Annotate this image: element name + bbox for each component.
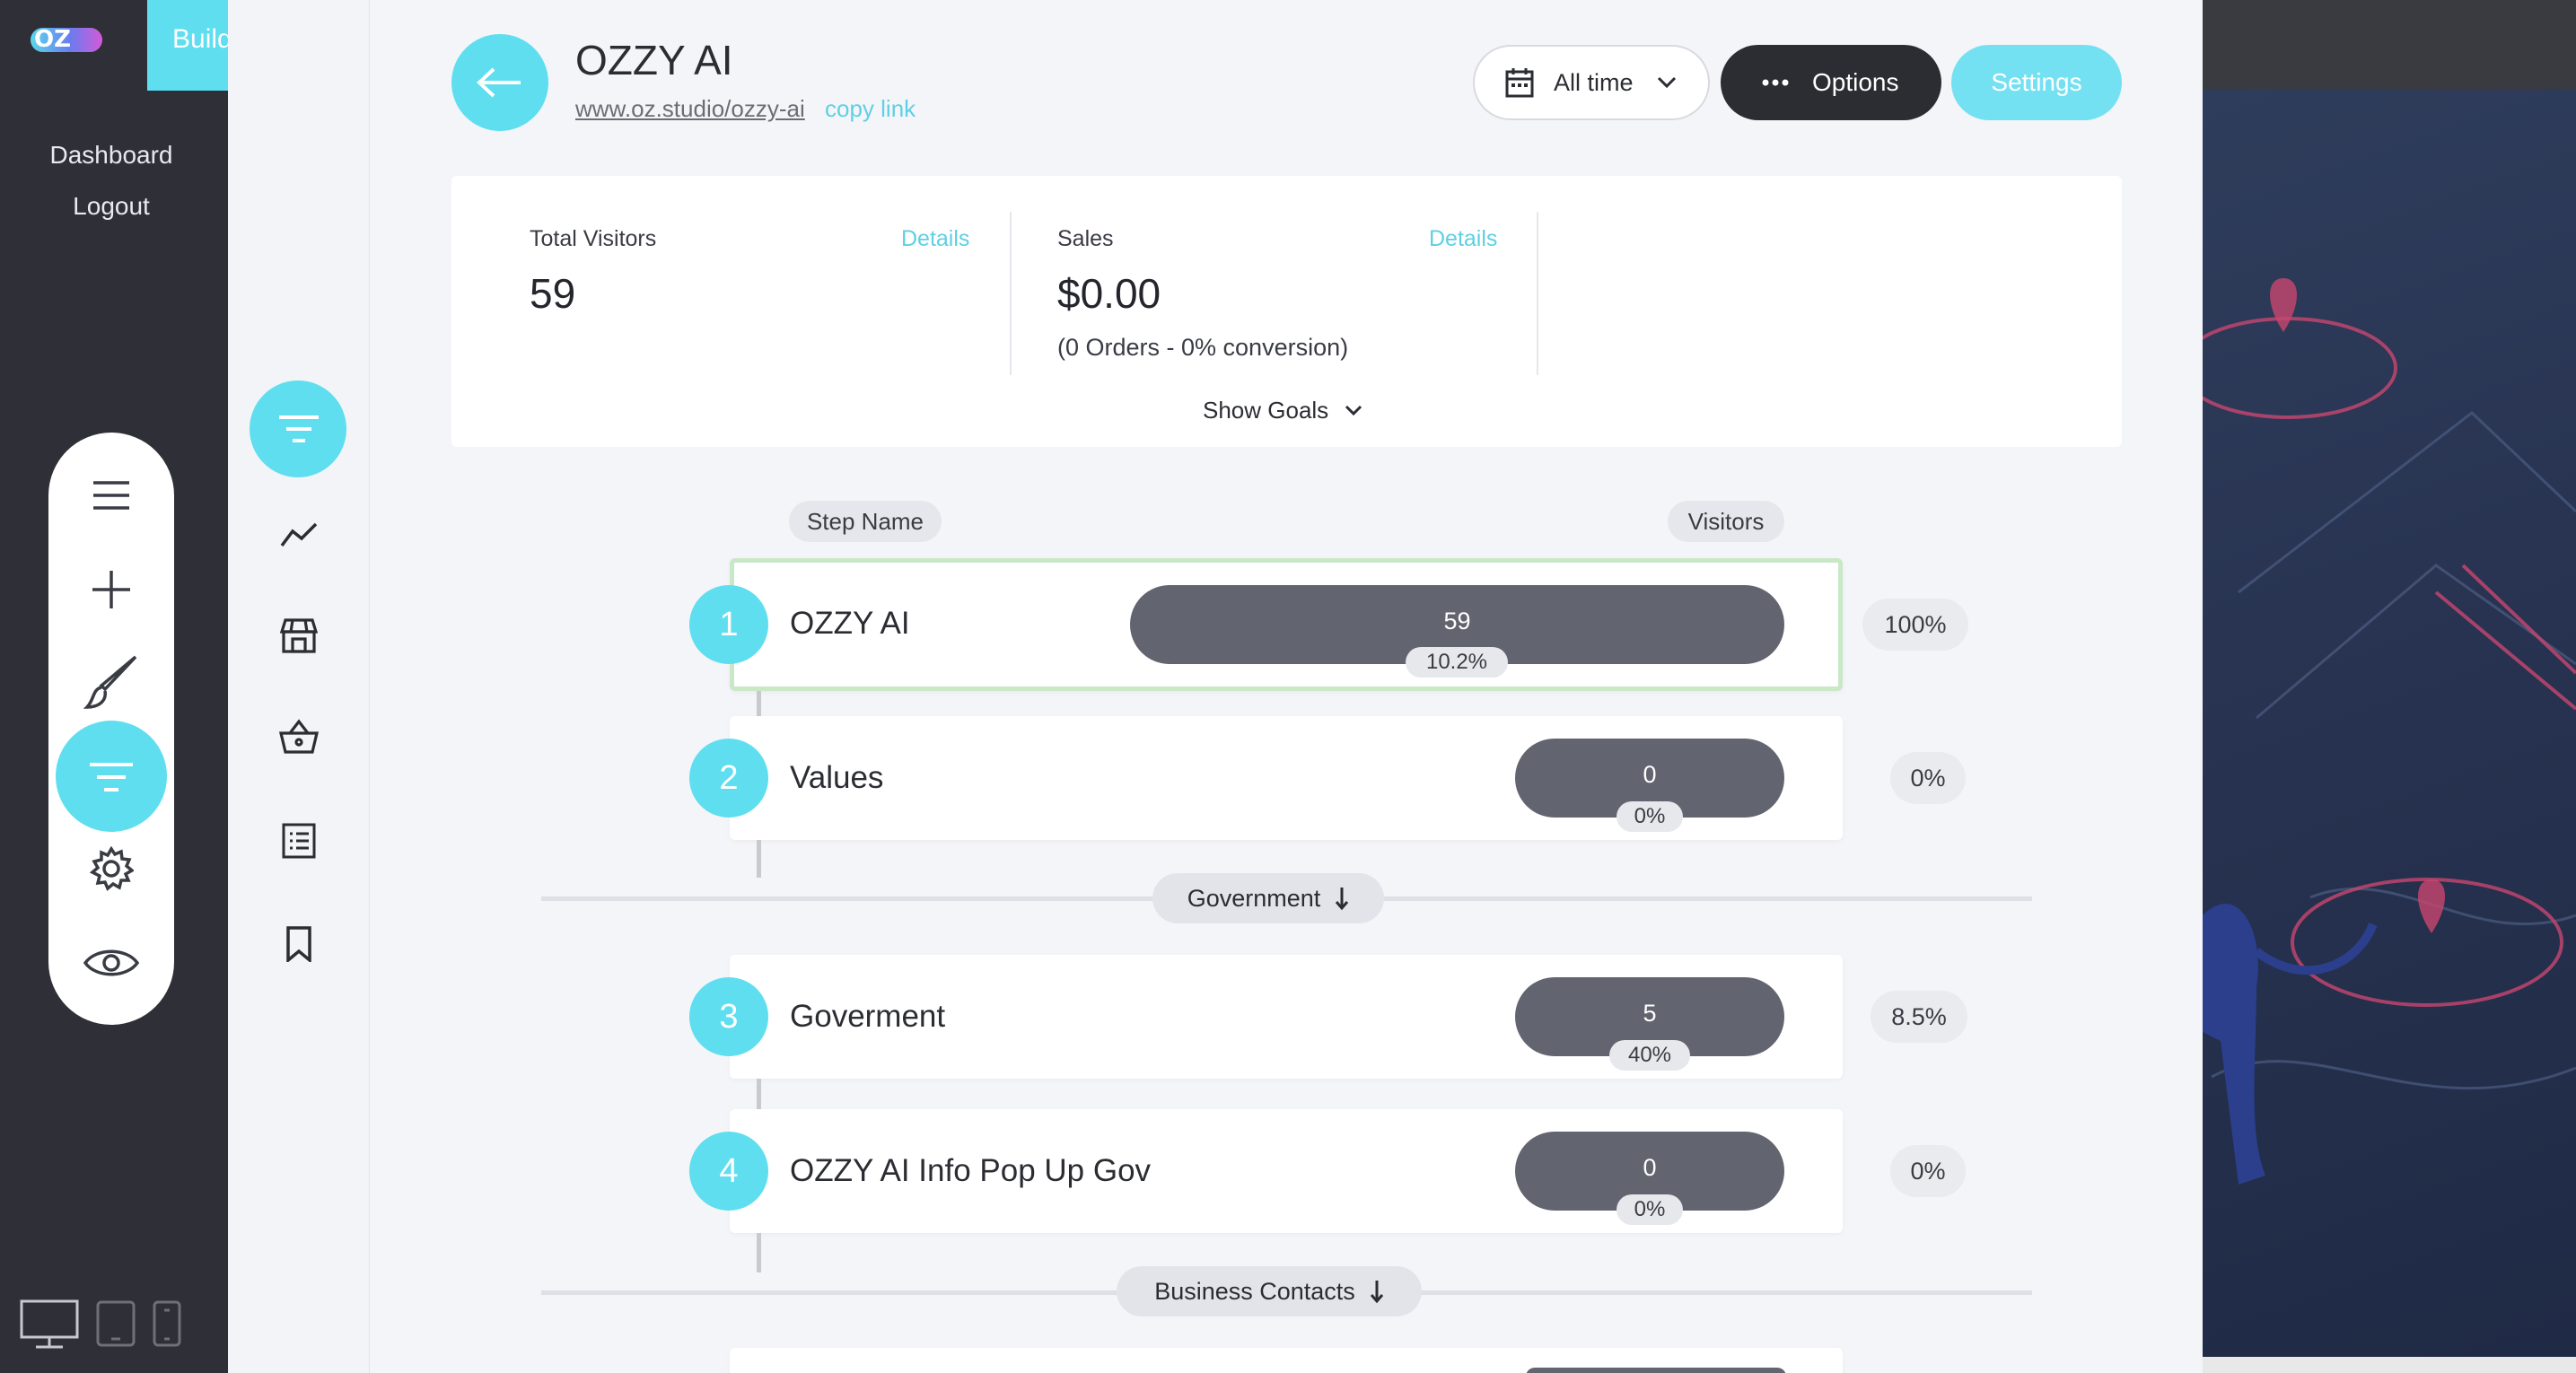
- preview-topbar: [2203, 0, 2576, 90]
- step-name: Values: [790, 760, 884, 795]
- app-logo[interactable]: OZ: [31, 28, 102, 52]
- preview-bottom-strip: [2203, 1357, 2576, 1373]
- sales-label: Sales: [1057, 226, 1114, 251]
- step-name: Goverment: [790, 999, 946, 1034]
- step-connector: [757, 691, 761, 716]
- more-dots-icon: [1762, 79, 1789, 86]
- sales-details-link[interactable]: Details: [1429, 226, 1497, 252]
- brush-icon[interactable]: [48, 652, 174, 712]
- menu-icon[interactable]: [48, 468, 174, 522]
- gear-icon[interactable]: [48, 844, 174, 894]
- secondary-sidebar: [228, 0, 370, 1373]
- copy-link-button[interactable]: copy link: [825, 95, 916, 123]
- store-icon[interactable]: [228, 615, 370, 656]
- step-number: 4: [689, 1132, 768, 1211]
- chevron-down-icon: [1345, 405, 1362, 416]
- funnel-icon[interactable]: [228, 409, 370, 449]
- options-label: Options: [1812, 68, 1899, 96]
- step-connector: [757, 840, 761, 878]
- group-divider-government[interactable]: Government: [1152, 873, 1384, 923]
- divider: [1537, 212, 1538, 375]
- step-percent-badge: 8.5%: [1871, 991, 1967, 1043]
- eye-icon[interactable]: [48, 938, 174, 988]
- step-percent-badge: 100%: [1862, 599, 1968, 651]
- funnel-icon[interactable]: [48, 752, 174, 802]
- bar-percent-badge: 0%: [1617, 801, 1683, 832]
- group-divider-business-contacts[interactable]: Business Contacts: [1117, 1266, 1422, 1316]
- total-visitors-label: Total Visitors: [530, 226, 657, 251]
- phone-icon[interactable]: [151, 1299, 183, 1352]
- arrow-left-icon: [477, 67, 521, 98]
- visitors-bar: [1526, 1368, 1786, 1373]
- show-goals-toggle[interactable]: Show Goals: [1203, 397, 1362, 424]
- bookmark-icon[interactable]: [228, 924, 370, 964]
- build-tab[interactable]: Build: [147, 0, 228, 91]
- nav-logout[interactable]: Logout: [0, 192, 223, 221]
- calendar-icon: [1505, 68, 1534, 98]
- step-name: OZZY AI: [790, 606, 910, 641]
- desktop-icon[interactable]: [20, 1299, 79, 1354]
- sales-conversion: (0 Orders - 0% conversion): [1057, 334, 1349, 361]
- step-percent-badge: 0%: [1890, 752, 1966, 804]
- chevron-down-icon: [1657, 76, 1676, 89]
- step-connector: [757, 1079, 761, 1109]
- show-goals-label: Show Goals: [1203, 397, 1329, 424]
- step-name-header: Step Name: [789, 501, 942, 542]
- sales-value: $0.00: [1057, 270, 1161, 317]
- visitors-details-link[interactable]: Details: [901, 226, 969, 252]
- list-icon[interactable]: [228, 820, 370, 861]
- arrow-down-icon: [1336, 888, 1349, 911]
- bar-percent-badge: 10.2%: [1406, 647, 1508, 678]
- page-title: OZZY AI: [575, 37, 733, 83]
- group-label: Business Contacts: [1154, 1277, 1355, 1305]
- tablet-icon[interactable]: [95, 1299, 136, 1352]
- step-number: 1: [689, 585, 768, 664]
- arrow-down-icon: [1370, 1281, 1383, 1304]
- total-visitors-value: 59: [530, 270, 576, 317]
- bar-percent-badge: 0%: [1617, 1194, 1683, 1225]
- background-preview-image: [2203, 90, 2576, 1357]
- options-button[interactable]: Options: [1721, 45, 1941, 120]
- visitors-header: Visitors: [1668, 501, 1784, 542]
- trend-icon[interactable]: [228, 516, 370, 552]
- step-name: OZZY AI Info Pop Up Gov: [790, 1153, 1152, 1188]
- step-number: 2: [689, 739, 768, 818]
- settings-button[interactable]: Settings: [1951, 45, 2122, 120]
- group-label: Government: [1187, 884, 1321, 912]
- date-filter-dropdown[interactable]: All time: [1473, 45, 1710, 120]
- bar-percent-badge: 40%: [1609, 1040, 1690, 1071]
- nav-dashboard[interactable]: Dashboard: [0, 141, 223, 170]
- step-connector: [757, 1233, 761, 1272]
- step-number: 3: [689, 977, 768, 1056]
- plus-icon[interactable]: [48, 563, 174, 617]
- date-filter-value: All time: [1554, 68, 1634, 96]
- funnel-url-link[interactable]: www.oz.studio/ozzy-ai: [575, 95, 805, 123]
- step-percent-badge: 0%: [1890, 1145, 1966, 1197]
- divider: [1010, 212, 1012, 375]
- back-button[interactable]: [451, 34, 548, 131]
- basket-icon[interactable]: [228, 716, 370, 757]
